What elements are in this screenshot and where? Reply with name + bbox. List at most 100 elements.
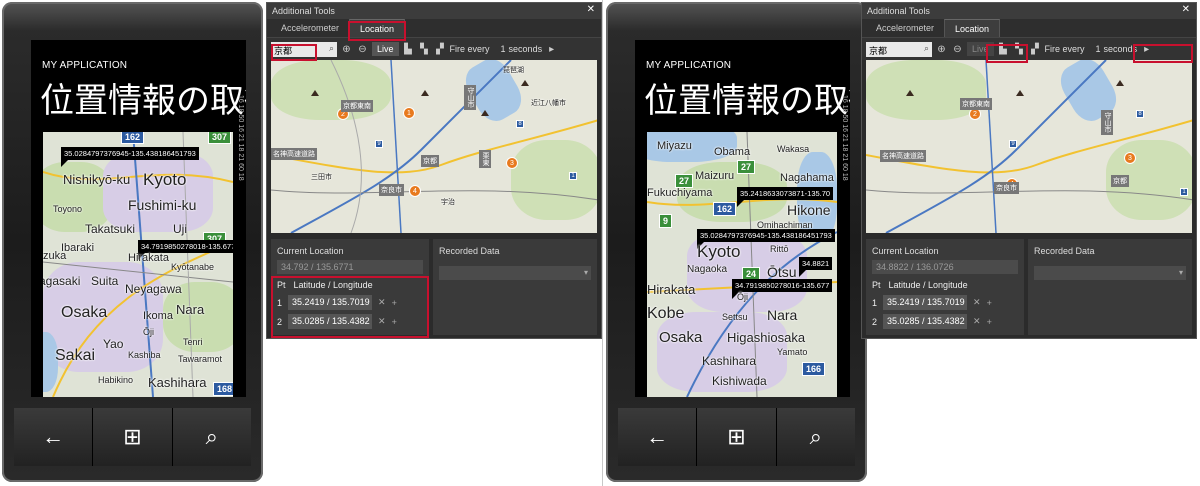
phone-screen: MY APPLICATION 位置情報の取得 16 18 50 16 21 18… (31, 40, 246, 397)
left-phone-emulator: MY APPLICATION 位置情報の取得 16 18 50 16 21 18… (2, 2, 263, 482)
location-pin[interactable]: 34.8821 (799, 257, 833, 277)
close-icon[interactable]: ✕ (1182, 4, 1190, 15)
tab-strip: Accelerometer Location (862, 19, 1196, 38)
point-value: 35.2419 / 135.7019 (883, 295, 968, 310)
zoom-out-icon[interactable]: ⊖ (356, 44, 369, 55)
point-row[interactable]: 2 35.0285 / 135.4382 ✕ + (866, 312, 1024, 331)
seconds-label: seconds (508, 44, 543, 54)
live-button[interactable]: Live (967, 42, 994, 56)
live-button[interactable]: Live (372, 42, 399, 56)
tab-location[interactable]: Location (944, 19, 1001, 37)
phone-map[interactable]: 162 307 307 168 35.0284797376945-135.438… (43, 132, 233, 397)
delete-icon[interactable]: ✕ (378, 297, 386, 308)
point-value: 35.0285 / 135.4382 (288, 314, 373, 329)
add-icon[interactable]: + (392, 298, 397, 308)
current-location-pane: Current Location 34.792 / 135.6771 Pt La… (271, 239, 429, 335)
scale-ruler: 16 18 50 16 21 18 21 60 18 (841, 95, 848, 181)
search-button[interactable]: ⌕ (172, 408, 251, 466)
right-additional-tools-window: Additional Tools ✕ Accelerometer Locatio… (861, 2, 1197, 339)
recorded-data-pane: Recorded Data ▾ (1028, 239, 1192, 335)
delete-icon[interactable]: ✕ (973, 297, 981, 308)
close-icon[interactable]: ✕ (587, 4, 595, 15)
recorded-data-dropdown[interactable]: ▾ (1034, 266, 1186, 280)
add-icon[interactable]: + (987, 298, 992, 308)
pt-header: Pt (277, 280, 286, 290)
play-icon[interactable]: ▸ (1140, 44, 1153, 55)
phone-map[interactable]: 27 27 162 9 24 166 35.2418633073871-135.… (647, 132, 837, 397)
current-location-value: 34.792 / 135.6771 (277, 260, 423, 274)
recorded-data-pane: Recorded Data ▾ (433, 239, 597, 335)
app-title: MY APPLICATION (646, 60, 732, 71)
interval-value[interactable]: 1 (1096, 44, 1101, 54)
chevron-down-icon: ▾ (1178, 268, 1183, 277)
recorded-data-label: Recorded Data (1034, 246, 1095, 256)
left-additional-tools-window: Additional Tools ✕ Accelerometer Locatio… (266, 2, 602, 339)
search-input[interactable]: 京都 ⌕ (866, 41, 932, 57)
clear-pins-icon[interactable]: ▚ (418, 44, 431, 55)
record-icon[interactable]: ▞ (434, 44, 447, 55)
location-pin[interactable]: 34.7919850278016-135.677 (732, 279, 833, 299)
current-location-label: Current Location (277, 246, 344, 256)
play-icon[interactable]: ▸ (545, 44, 558, 55)
location-toolbar: 京都 ⌕ ⊕ ⊖ Live ▙ ▚ ▞ Fire every 1 seconds … (862, 38, 1196, 60)
back-button[interactable]: ← (618, 408, 698, 466)
location-pin[interactable]: 35.0284797376945-135.438186451793 (61, 147, 199, 167)
add-icon[interactable]: + (987, 317, 992, 327)
panel-divider (602, 0, 603, 486)
right-phone-emulator: MY APPLICATION 位置情報の取得 16 18 50 16 21 18… (606, 2, 867, 482)
search-icon[interactable]: ⌕ (924, 43, 929, 54)
recorded-data-dropdown[interactable]: ▾ (439, 266, 591, 280)
current-location-value: 34.8822 / 136.0726 (872, 260, 1018, 274)
location-bottom-panes: Current Location 34.8822 / 136.0726 Pt L… (866, 239, 1192, 335)
tab-accelerometer[interactable]: Accelerometer (271, 19, 349, 37)
point-row[interactable]: 2 35.0285 / 135.4382 ✕ + (271, 312, 429, 331)
window-titlebar: Additional Tools ✕ (267, 3, 601, 19)
interval-value[interactable]: 1 (501, 44, 506, 54)
delete-icon[interactable]: ✕ (378, 316, 386, 327)
search-icon[interactable]: ⌕ (329, 43, 334, 54)
phone-screen: MY APPLICATION 位置情報の取得 16 18 50 16 21 18… (635, 40, 850, 397)
zoom-in-icon[interactable]: ⊕ (340, 44, 353, 55)
zoom-out-icon[interactable]: ⊖ (951, 44, 964, 55)
delete-icon[interactable]: ✕ (973, 316, 981, 327)
pin-mode-icon[interactable]: ▙ (997, 44, 1010, 55)
tab-strip: Accelerometer Location (267, 19, 601, 38)
point-value: 35.0285 / 135.4382 (883, 314, 968, 329)
back-button[interactable]: ← (14, 408, 94, 466)
location-toolbar: 京都 ⌕ ⊕ ⊖ Live ▙ ▚ ▞ Fire every 1 seconds … (267, 38, 601, 60)
current-location-pane: Current Location 34.8822 / 136.0726 Pt L… (866, 239, 1024, 335)
fire-every-label: Fire every (449, 44, 490, 54)
start-button[interactable]: ⊞ (93, 408, 173, 466)
add-icon[interactable]: + (392, 317, 397, 327)
point-row[interactable]: 1 35.2419 / 135.7019 ✕ + (866, 293, 1024, 312)
location-pin[interactable]: 35.2418633073871-135.70 (737, 187, 834, 207)
location-bottom-panes: Current Location 34.792 / 135.6771 Pt La… (271, 239, 597, 335)
location-map[interactable]: 1 2 3 4 京都東南 名神高速道路 奈良市 京都 守山市 8 9 1 (866, 60, 1192, 233)
zoom-in-icon[interactable]: ⊕ (935, 44, 948, 55)
page-title: 位置情報の取得 (40, 81, 246, 121)
latlon-header: Latitude / Longitude (888, 280, 968, 290)
tab-location[interactable]: Location (349, 19, 406, 37)
pin-mode-icon[interactable]: ▙ (402, 44, 415, 55)
app-title: MY APPLICATION (42, 60, 128, 71)
recorded-data-label: Recorded Data (439, 246, 500, 256)
scale-ruler: 16 18 50 16 21 18 21 60 18 (237, 95, 244, 181)
window-title: Additional Tools (867, 6, 930, 16)
location-pin[interactable]: 35.0284797376945-135.438186451793 (697, 229, 835, 249)
tab-accelerometer[interactable]: Accelerometer (866, 19, 944, 37)
chevron-down-icon: ▾ (583, 268, 588, 277)
start-button[interactable]: ⊞ (697, 408, 777, 466)
window-titlebar: Additional Tools ✕ (862, 3, 1196, 19)
search-button[interactable]: ⌕ (776, 408, 855, 466)
location-map[interactable]: 1 2 3 4 京都東南 京都 名神高速道路 奈良市 守山市 栗東 三田市 宇治… (271, 60, 597, 233)
point-row[interactable]: 1 35.2419 / 135.7019 ✕ + (271, 293, 429, 312)
page-title: 位置情報の取得 (644, 81, 850, 121)
current-location-label: Current Location (872, 246, 939, 256)
phone-nav-bar: ← ⊞ ⌕ (618, 408, 855, 466)
comparison-screenshot: MY APPLICATION 位置情報の取得 16 18 50 16 21 18… (0, 0, 1200, 486)
record-icon[interactable]: ▞ (1029, 44, 1042, 55)
clear-pins-icon[interactable]: ▚ (1013, 44, 1026, 55)
search-input[interactable]: 京都 ⌕ (271, 41, 337, 57)
window-title: Additional Tools (272, 6, 335, 16)
pt-header: Pt (872, 280, 881, 290)
